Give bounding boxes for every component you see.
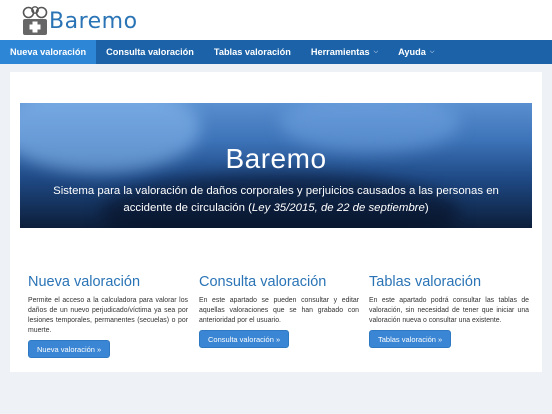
chevron-down-icon: ⌵ [373,48,379,55]
main-navbar: Nueva valoración Consulta valoración Tab… [0,40,552,64]
hero-title: Baremo [225,143,327,174]
main-content: Baremo Sistema para la valoración de dañ… [10,72,542,372]
nav-item-label: Ayuda [398,47,426,57]
nav-item-label: Nueva valoración [10,47,87,57]
brand-name: Baremo [49,8,138,34]
section-description: En este apartado se pueden consultar y e… [199,297,359,324]
nav-item-label: Tablas valoración [213,47,291,57]
hero-subtitle-end: ) [424,202,429,214]
section-nueva-valoracion: Nueva valoración Permite el acceso a la … [28,274,188,336]
nav-item-herramientas[interactable]: Herramientas ⌵ [301,40,388,64]
nav-item-tablas-valoracion[interactable]: Tablas valoración [204,40,301,64]
section-consulta-valoracion: Consulta valoración En este apartado se … [199,274,359,326]
page-bottom [0,372,552,414]
hero-banner: Baremo Sistema para la valoración de dañ… [20,103,532,228]
section-title: Consulta valoración [199,274,327,290]
section-tablas-valoracion: Tablas valoración En este apartado podrá… [369,274,529,326]
nav-item-label: Consulta valoración [106,47,194,57]
nav-item-ayuda[interactable]: Ayuda ⌵ [388,40,444,64]
nav-item-label: Herramientas [310,47,370,57]
chevron-down-icon: ⌵ [429,48,435,55]
consulta-valoracion-button[interactable]: Consulta valoración » [199,330,290,348]
nav-item-consulta-valoracion[interactable]: Consulta valoración [96,40,204,64]
nueva-valoracion-button[interactable]: Nueva valoración » [28,340,111,358]
hero-subtitle-law: Ley 35/2015, de 22 de septiembre [251,202,425,214]
section-description: Permite el acceso a la calculadora para … [28,297,188,334]
ambulance-cross-icon [22,6,48,35]
section-description: En este apartado podrá consultar las tab… [369,297,529,324]
hero-subtitle: Sistema para la valoración de daños corp… [20,183,532,217]
top-bar: Baremo [0,0,552,40]
nav-item-nueva-valoracion[interactable]: Nueva valoración [0,40,97,64]
logo[interactable]: Baremo [22,6,138,36]
section-title: Tablas valoración [369,274,482,290]
section-title: Nueva valoración [28,274,141,290]
tablas-valoracion-button[interactable]: Tablas valoración » [369,330,452,348]
